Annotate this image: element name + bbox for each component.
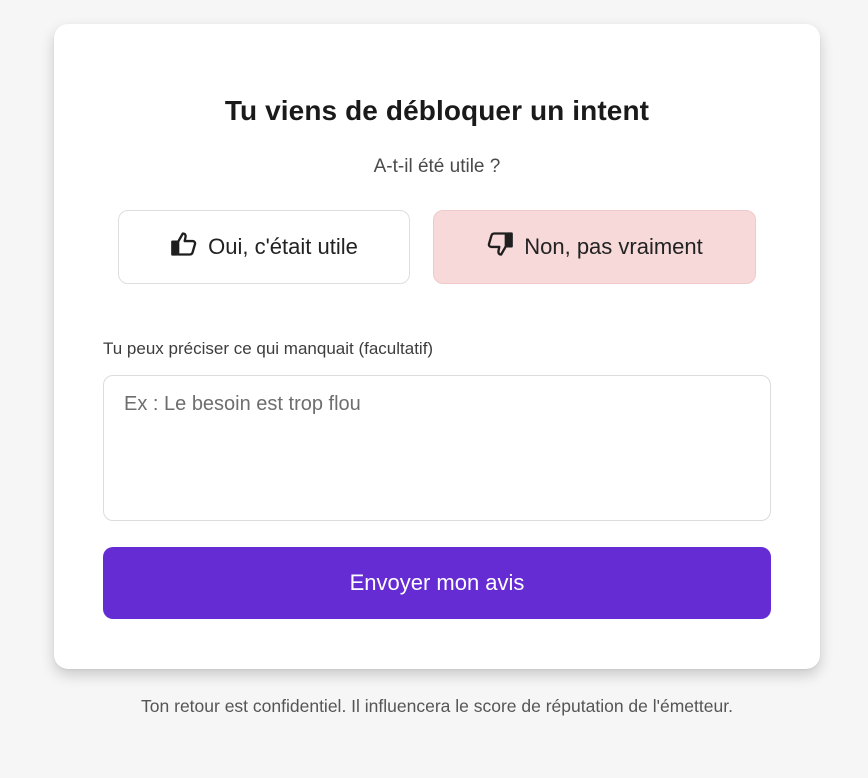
feedback-label: Tu peux préciser ce qui manquait (facult… [103,339,434,358]
useful-no-button[interactable]: Non, pas vraiment [433,210,756,284]
feedback-textarea[interactable] [103,375,771,521]
useful-yes-label: Oui, c'était utile [208,234,358,259]
submit-feedback-button[interactable]: Envoyer mon avis [103,547,771,619]
feedback-card: Tu viens de débloquer un intent A-t-il é… [54,24,820,669]
useful-yes-button[interactable]: Oui, c'était utile [118,210,410,284]
thumbs-up-icon [170,230,208,264]
card-subtitle: A-t-il été utile ? [373,156,501,177]
confidentiality-note: Ton retour est confidentiel. Il influenc… [141,696,733,716]
thumbs-down-icon [486,230,524,264]
useful-no-label: Non, pas vraiment [524,234,703,259]
card-title: Tu viens de débloquer un intent [224,95,650,126]
